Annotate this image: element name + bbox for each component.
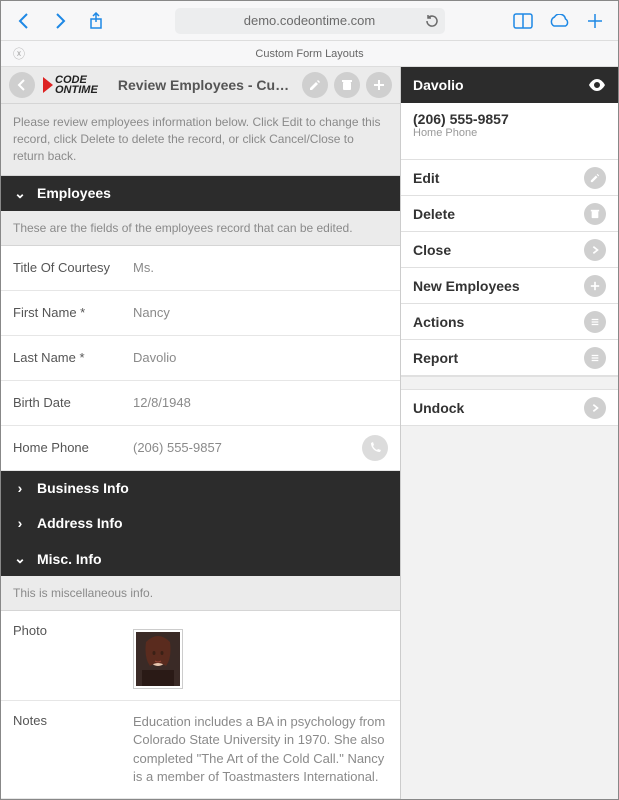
list-icon — [584, 347, 606, 369]
page-title: Review Employees - Cu… — [111, 77, 296, 93]
edit-button[interactable] — [302, 72, 328, 98]
section-employees-desc: These are the fields of the employees re… — [1, 211, 400, 246]
eye-icon[interactable] — [588, 79, 606, 91]
section-employees-header[interactable]: ⌄ Employees — [1, 176, 400, 211]
side-header: Davolio — [401, 67, 618, 103]
phone-icon[interactable] — [413, 139, 606, 151]
field-title-courtesy: Title Of Courtesy Ms. — [1, 246, 400, 291]
forward-button[interactable] — [45, 6, 75, 36]
chevron-down-icon: ⌄ — [13, 550, 27, 567]
delete-button[interactable] — [334, 72, 360, 98]
side-item-close[interactable]: Close — [401, 232, 618, 268]
arrow-right-icon — [584, 397, 606, 419]
section-misc-desc: This is miscellaneous info. — [1, 576, 400, 611]
back-button[interactable] — [9, 6, 39, 36]
arrow-right-icon — [584, 239, 606, 261]
tab-title: Custom Form Layouts — [255, 48, 363, 60]
tab-bar: ⓧ Custom Form Layouts — [1, 41, 618, 67]
list-icon — [584, 311, 606, 333]
browser-toolbar: demo.codeontime.com — [1, 1, 618, 41]
refresh-icon[interactable] — [425, 14, 439, 28]
section-address-header[interactable]: › Address Info — [1, 506, 400, 541]
side-item-delete[interactable]: Delete — [401, 196, 618, 232]
phone-icon[interactable] — [362, 435, 388, 461]
side-item-undock[interactable]: Undock — [401, 390, 618, 426]
book-icon[interactable] — [508, 6, 538, 36]
field-birth-date: Birth Date 12/8/1948 — [1, 381, 400, 426]
address-bar[interactable]: demo.codeontime.com — [175, 8, 445, 34]
side-item-report[interactable]: Report — [401, 340, 618, 376]
field-photo: Photo — [1, 611, 400, 701]
trash-icon — [584, 203, 606, 225]
page-header: CODEONTIME Review Employees - Cu… — [1, 67, 400, 104]
field-last-name: Last Name * Davolio — [1, 336, 400, 381]
plus-icon — [584, 275, 606, 297]
field-notes: Notes Education includes a BA in psychol… — [1, 701, 400, 799]
new-tab-button[interactable] — [580, 6, 610, 36]
chevron-right-icon: › — [13, 480, 27, 496]
field-first-name: First Name * Nancy — [1, 291, 400, 336]
section-business-header[interactable]: › Business Info — [1, 471, 400, 506]
back-circle-button[interactable] — [9, 72, 35, 98]
main-panel: CODEONTIME Review Employees - Cu… Please… — [1, 67, 401, 799]
side-phone-block: (206) 555-9857 Home Phone — [401, 103, 618, 160]
side-item-actions[interactable]: Actions — [401, 304, 618, 340]
help-text: Please review employees information belo… — [1, 104, 400, 175]
address-text: demo.codeontime.com — [244, 13, 376, 28]
pencil-icon — [584, 167, 606, 189]
chevron-right-icon: › — [13, 515, 27, 531]
cloud-icon[interactable] — [544, 6, 574, 36]
share-button[interactable] — [81, 6, 111, 36]
side-panel: Davolio (206) 555-9857 Home Phone Edit D… — [401, 67, 618, 799]
chevron-down-icon: ⌄ — [13, 185, 27, 202]
side-item-edit[interactable]: Edit — [401, 160, 618, 196]
section-misc-header[interactable]: ⌄ Misc. Info — [1, 541, 400, 576]
side-gap — [401, 376, 618, 390]
add-button[interactable] — [366, 72, 392, 98]
close-tab-icon[interactable]: ⓧ — [13, 45, 25, 62]
side-item-new[interactable]: New Employees — [401, 268, 618, 304]
employee-photo[interactable] — [133, 629, 183, 689]
brand-logo: CODEONTIME — [41, 73, 105, 97]
field-home-phone: Home Phone (206) 555-9857 — [1, 426, 400, 471]
